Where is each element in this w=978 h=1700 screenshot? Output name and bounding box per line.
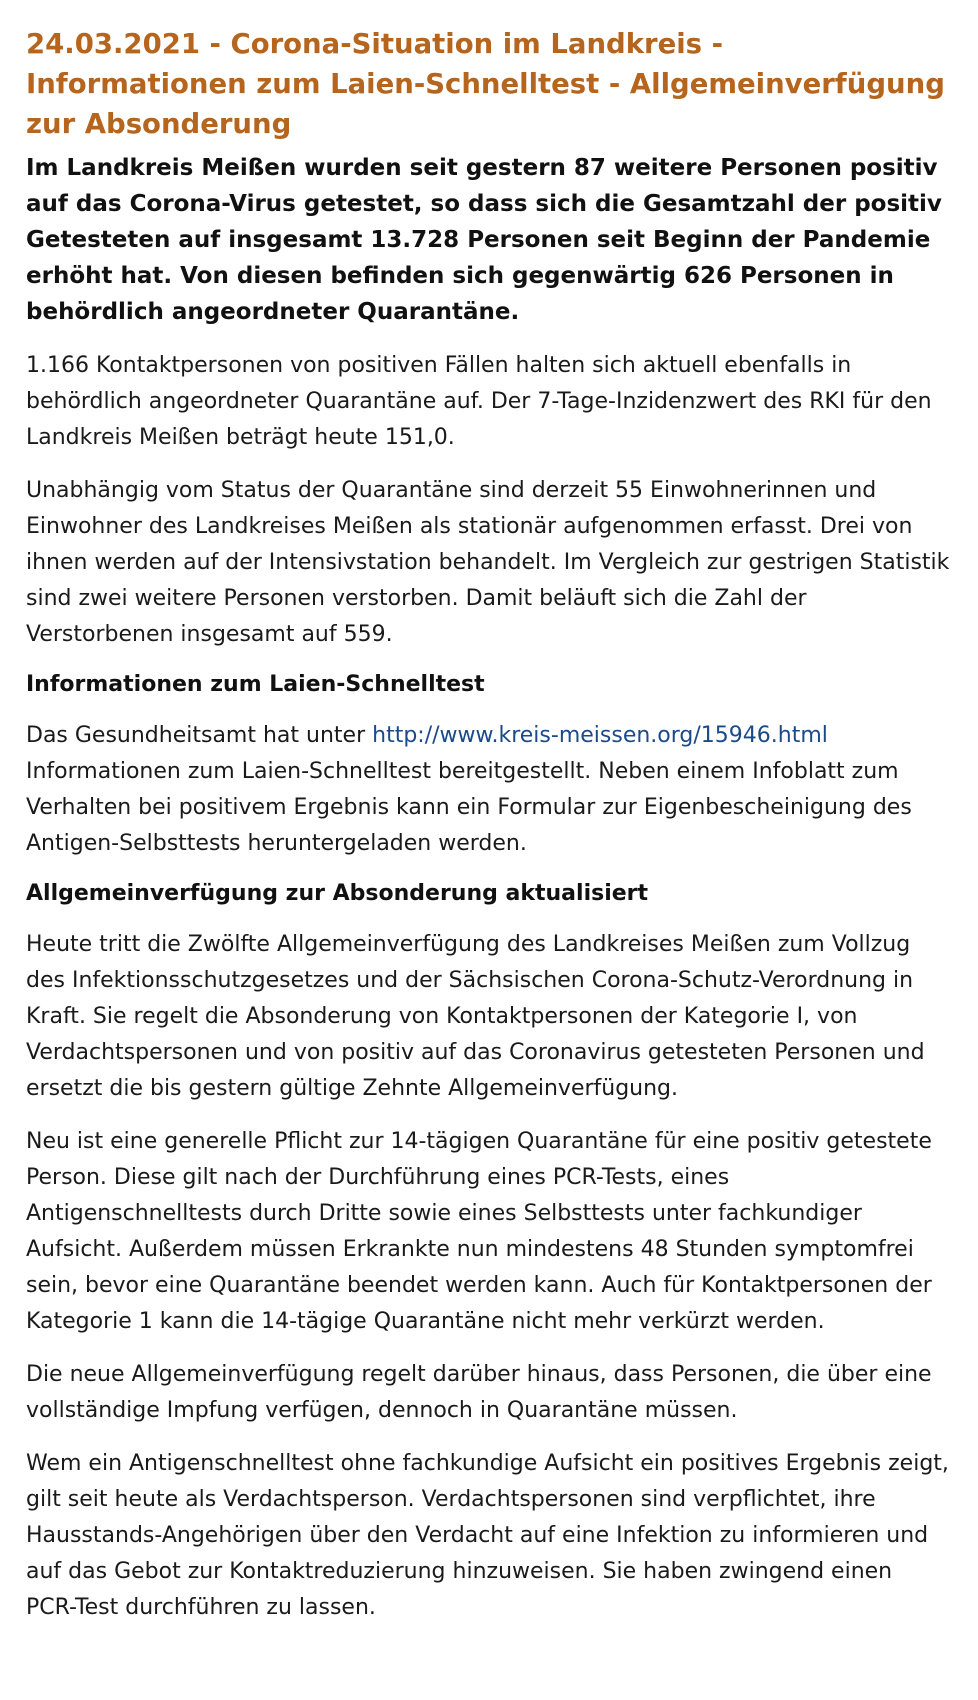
paragraph-schnelltest-info: Das Gesundheitsamt hat unter http://www.… bbox=[26, 718, 950, 862]
article-lead: Im Landkreis Meißen wurden seit gestern … bbox=[26, 155, 942, 325]
paragraph-contact-persons: 1.166 Kontaktpersonen von positiven Fäll… bbox=[26, 353, 932, 450]
paragraph-hospital-statistics: Unabhängig vom Status der Quarantäne sin… bbox=[26, 478, 950, 647]
paragraph-absonderung-4: Wem ein Antigenschnelltest ohne fachkund… bbox=[26, 1451, 949, 1620]
heading-laien-schnelltest: Informationen zum Laien-Schnelltest bbox=[26, 672, 485, 697]
schnelltest-text-before-link: Das Gesundheitsamt hat unter bbox=[26, 723, 373, 748]
paragraph-absonderung-2: Neu ist eine generelle Pflicht zur 14-tä… bbox=[26, 1129, 932, 1334]
article-headline: 24.03.2021 - Corona-Situation im Landkre… bbox=[26, 28, 945, 140]
paragraph-absonderung-3: Die neue Allgemeinverfügung regelt darüb… bbox=[26, 1362, 932, 1423]
schnelltest-info-link[interactable]: http://www.kreis-meissen.org/15946.html bbox=[372, 723, 828, 748]
schnelltest-text-after-link: Informationen zum Laien-Schnelltest bere… bbox=[26, 759, 912, 856]
article: 24.03.2021 - Corona-Situation im Landkre… bbox=[0, 0, 978, 1626]
heading-absonderung: Allgemeinverfügung zur Absonderung aktua… bbox=[26, 881, 649, 906]
paragraph-absonderung-1: Heute tritt die Zwölfte Allgemeinverfügu… bbox=[26, 932, 925, 1101]
